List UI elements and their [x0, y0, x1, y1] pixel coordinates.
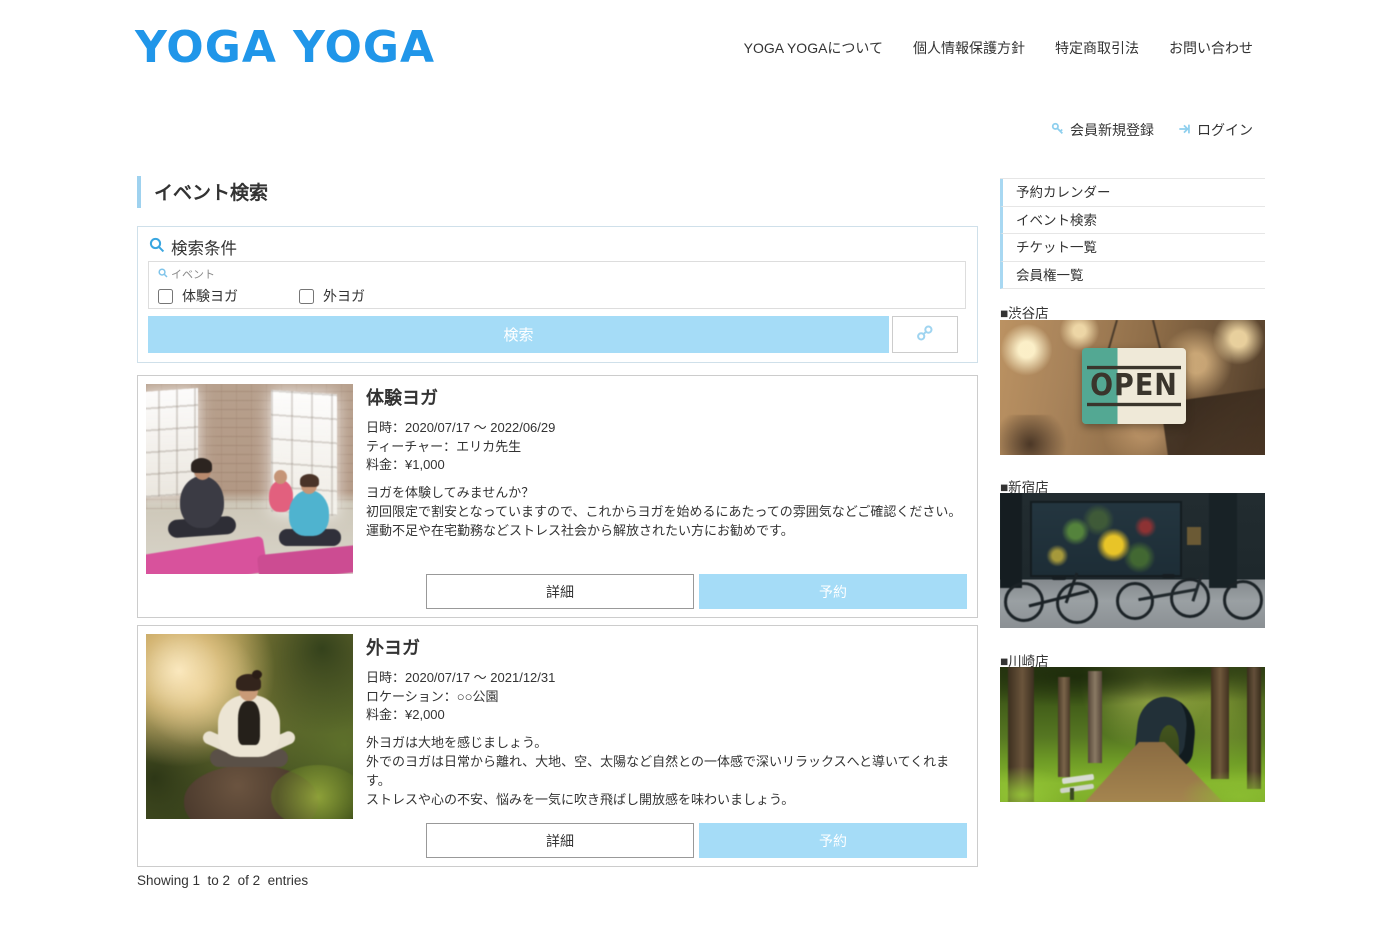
event-card-content: 体験ヨガ 日時：2020/07/17 ～ 2022/06/29 ティーチャー：エ… — [366, 384, 969, 540]
photo-decor-layer — [1000, 667, 1265, 802]
event-title: 外ヨガ — [366, 634, 969, 660]
reserve-button[interactable]: 予約 — [699, 823, 967, 858]
event-card-taiken-yoga: 体験ヨガ 日時：2020/07/17 ～ 2022/06/29 ティーチャー：エ… — [137, 375, 978, 618]
event-description-line: ヨガを体験してみませんか？ — [366, 483, 969, 502]
sidebar-menu: 予約カレンダー イベント検索 チケット一覧 会員権一覧 — [1000, 178, 1265, 289]
event-description-line: 外でのヨガは日常から離れ、大地、空、太陽など自然との一体感で深いリラックスへと導… — [366, 752, 969, 790]
search-condition-group: イベント 体験ヨガ 外ヨガ — [148, 261, 966, 309]
photo-decor-layer — [146, 634, 353, 819]
event-title: 体験ヨガ — [366, 384, 969, 410]
event-card-soto-yoga: 外ヨガ 日時：2020/07/17 ～ 2021/12/31 ロケーション：○○… — [137, 625, 978, 867]
search-icon — [149, 237, 165, 258]
sidebar-item-ticket-list[interactable]: チケット一覧 — [1000, 234, 1265, 262]
search-button[interactable]: 検索 — [148, 316, 889, 353]
checkbox-label-soto-yoga: 外ヨガ — [323, 286, 365, 306]
store-label-shibuya: ■渋谷店 — [1000, 302, 1049, 322]
event-teacher-line: ティーチャー：エリカ先生 — [366, 438, 969, 457]
link-chain-icon — [915, 323, 935, 346]
login-label: ログイン — [1197, 120, 1253, 140]
key-icon — [1051, 122, 1065, 139]
user-nav: 会員新規登録 ログイン — [1051, 120, 1253, 140]
store-photo-kawasaki-park — [1000, 667, 1265, 802]
top-nav: YOGA YOGAについて 個人情報保護方針 特定商取引法 お問い合わせ — [744, 38, 1253, 58]
photo-decor-layer — [1000, 493, 1265, 628]
event-photo-indoor-yoga-class — [146, 384, 353, 574]
event-description-line: 運動不足や在宅勤務などストレス社会から解放されたい方にお勧めです。 — [366, 521, 969, 540]
checkbox-option-soto-yoga[interactable]: 外ヨガ — [299, 286, 365, 306]
event-card-content: 外ヨガ 日時：2020/07/17 ～ 2021/12/31 ロケーション：○○… — [366, 634, 969, 809]
event-description: 外ヨガは大地を感じましょう。 外でのヨガは日常から離れ、大地、空、太陽など自然と… — [366, 733, 969, 809]
checkbox-label-taiken-yoga: 体験ヨガ — [182, 286, 238, 306]
event-description-line: ストレスや心の不安、悩みを一気に吹き飛ばし開放感を味わいましょう。 — [366, 790, 969, 809]
store-photo-shinjuku-bicycles — [1000, 493, 1265, 628]
event-description-line: 初回限定で割安となっていますので、これからヨガを始めるにあたっての雰囲気などご確… — [366, 502, 969, 521]
nav-about[interactable]: YOGA YOGAについて — [744, 38, 883, 58]
event-price-line: 料金：¥2,000 — [366, 706, 969, 725]
entries-status: Showing 1 to 2 of 2 entries — [137, 873, 308, 888]
detail-button[interactable]: 詳細 — [426, 574, 694, 609]
store-photo-shibuya-open-sign: OPEN — [1000, 320, 1265, 455]
sign-in-arrow-icon — [1178, 122, 1192, 139]
checkbox-soto-yoga[interactable] — [299, 289, 314, 304]
page: YOGA YOGA YOGA YOGAについて 個人情報保護方針 特定商取引法 … — [0, 0, 1400, 930]
page-title: イベント検索 — [137, 176, 268, 208]
event-price-line: 料金：¥1,000 — [366, 456, 969, 475]
open-sign: OPEN — [1082, 348, 1186, 424]
login-link[interactable]: ログイン — [1178, 120, 1253, 140]
open-sign-text: OPEN — [1087, 366, 1181, 406]
photo-decor-layer — [146, 384, 353, 574]
sidebar-item-membership-list[interactable]: 会員権一覧 — [1000, 262, 1265, 290]
sidebar-item-reservation-calendar[interactable]: 予約カレンダー — [1000, 179, 1265, 207]
search-button-row: 検索 — [148, 316, 958, 353]
event-description-line: 外ヨガは大地を感じましょう。 — [366, 733, 969, 752]
event-photo-outdoor-meditation — [146, 634, 353, 819]
checkbox-row: 体験ヨガ 外ヨガ — [158, 286, 956, 306]
register-link[interactable]: 会員新規登録 — [1051, 120, 1154, 140]
register-label: 会員新規登録 — [1070, 120, 1154, 140]
sidebar-item-event-search[interactable]: イベント検索 — [1000, 207, 1265, 235]
nav-commercial-law[interactable]: 特定商取引法 — [1055, 38, 1139, 58]
checkbox-taiken-yoga[interactable] — [158, 289, 173, 304]
share-link-button[interactable] — [892, 316, 958, 353]
detail-button[interactable]: 詳細 — [426, 823, 694, 858]
event-location-line: ロケーション：○○公園 — [366, 688, 969, 707]
reserve-button[interactable]: 予約 — [699, 574, 967, 609]
site-logo[interactable]: YOGA YOGA — [135, 22, 435, 73]
event-date-line: 日時：2020/07/17 ～ 2022/06/29 — [366, 419, 969, 438]
nav-privacy-policy[interactable]: 個人情報保護方針 — [913, 38, 1025, 58]
search-icon-small — [158, 268, 168, 281]
event-group-label: イベント — [171, 266, 215, 282]
event-date-line: 日時：2020/07/17 ～ 2021/12/31 — [366, 669, 969, 688]
checkbox-option-taiken-yoga[interactable]: 体験ヨガ — [158, 286, 238, 306]
event-group-label-row: イベント — [158, 266, 956, 282]
event-description: ヨガを体験してみませんか？ 初回限定で割安となっていますので、これからヨガを始め… — [366, 483, 969, 540]
search-panel: 検索条件 イベント 体験ヨガ 外ヨガ 検索 — [137, 226, 978, 363]
search-panel-title: 検索条件 — [171, 235, 237, 259]
nav-contact[interactable]: お問い合わせ — [1169, 38, 1253, 58]
